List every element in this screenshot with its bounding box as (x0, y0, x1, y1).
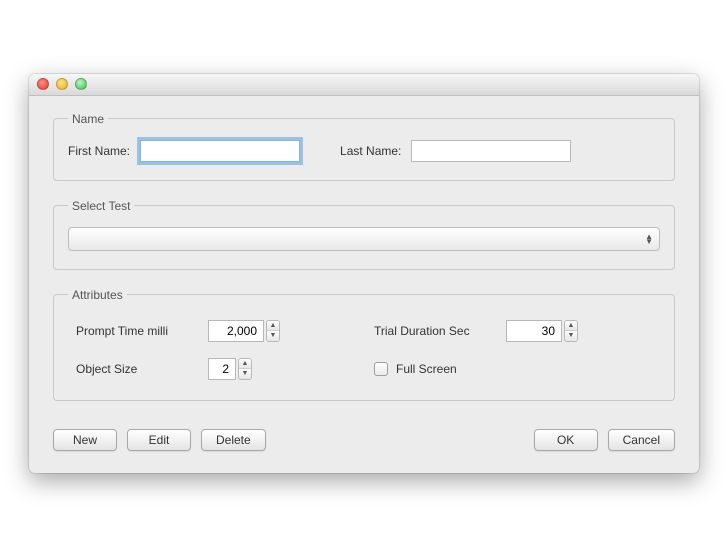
zoom-icon[interactable] (75, 78, 87, 90)
last-name-label: Last Name: (340, 144, 401, 158)
button-row: New Edit Delete OK Cancel (53, 429, 675, 451)
prompt-time-input[interactable] (208, 320, 264, 342)
close-icon[interactable] (37, 78, 49, 90)
name-legend: Name (68, 112, 108, 126)
full-screen-checkbox[interactable] (374, 362, 388, 376)
stepper-up-icon[interactable]: ▲ (239, 359, 251, 370)
select-test-group: Select Test ▲▼ (53, 199, 675, 270)
select-test-legend: Select Test (68, 199, 134, 213)
full-screen-label: Full Screen (396, 362, 516, 376)
trial-duration-input[interactable] (506, 320, 562, 342)
last-name-input[interactable] (411, 140, 571, 162)
select-test-dropdown[interactable]: ▲▼ (68, 227, 660, 251)
stepper-down-icon[interactable]: ▼ (267, 331, 279, 341)
cancel-button[interactable]: Cancel (608, 429, 675, 451)
first-name-input[interactable] (140, 140, 300, 162)
attributes-legend: Attributes (68, 288, 127, 302)
prompt-time-label: Prompt Time milli (76, 324, 196, 338)
object-size-label: Object Size (76, 362, 196, 376)
content-area: Name First Name: Last Name: Select Test … (29, 96, 699, 473)
attributes-group: Attributes Prompt Time milli ▲ ▼ Trial D… (53, 288, 675, 401)
titlebar (29, 74, 699, 96)
stepper-down-icon[interactable]: ▼ (239, 369, 251, 379)
name-group: Name First Name: Last Name: (53, 112, 675, 181)
ok-button[interactable]: OK (534, 429, 598, 451)
prompt-time-stepper[interactable]: ▲ ▼ (208, 320, 280, 342)
minimize-icon[interactable] (56, 78, 68, 90)
new-button[interactable]: New (53, 429, 117, 451)
delete-button[interactable]: Delete (201, 429, 266, 451)
first-name-label: First Name: (68, 144, 130, 158)
chevron-up-down-icon: ▲▼ (645, 234, 653, 244)
edit-button[interactable]: Edit (127, 429, 191, 451)
trial-duration-label: Trial Duration Sec (374, 324, 494, 338)
stepper-up-icon[interactable]: ▲ (565, 321, 577, 332)
stepper-down-icon[interactable]: ▼ (565, 331, 577, 341)
object-size-input[interactable] (208, 358, 236, 380)
stepper-up-icon[interactable]: ▲ (267, 321, 279, 332)
trial-duration-stepper[interactable]: ▲ ▼ (506, 320, 578, 342)
object-size-stepper[interactable]: ▲ ▼ (208, 358, 252, 380)
dialog-window: Name First Name: Last Name: Select Test … (29, 74, 699, 473)
